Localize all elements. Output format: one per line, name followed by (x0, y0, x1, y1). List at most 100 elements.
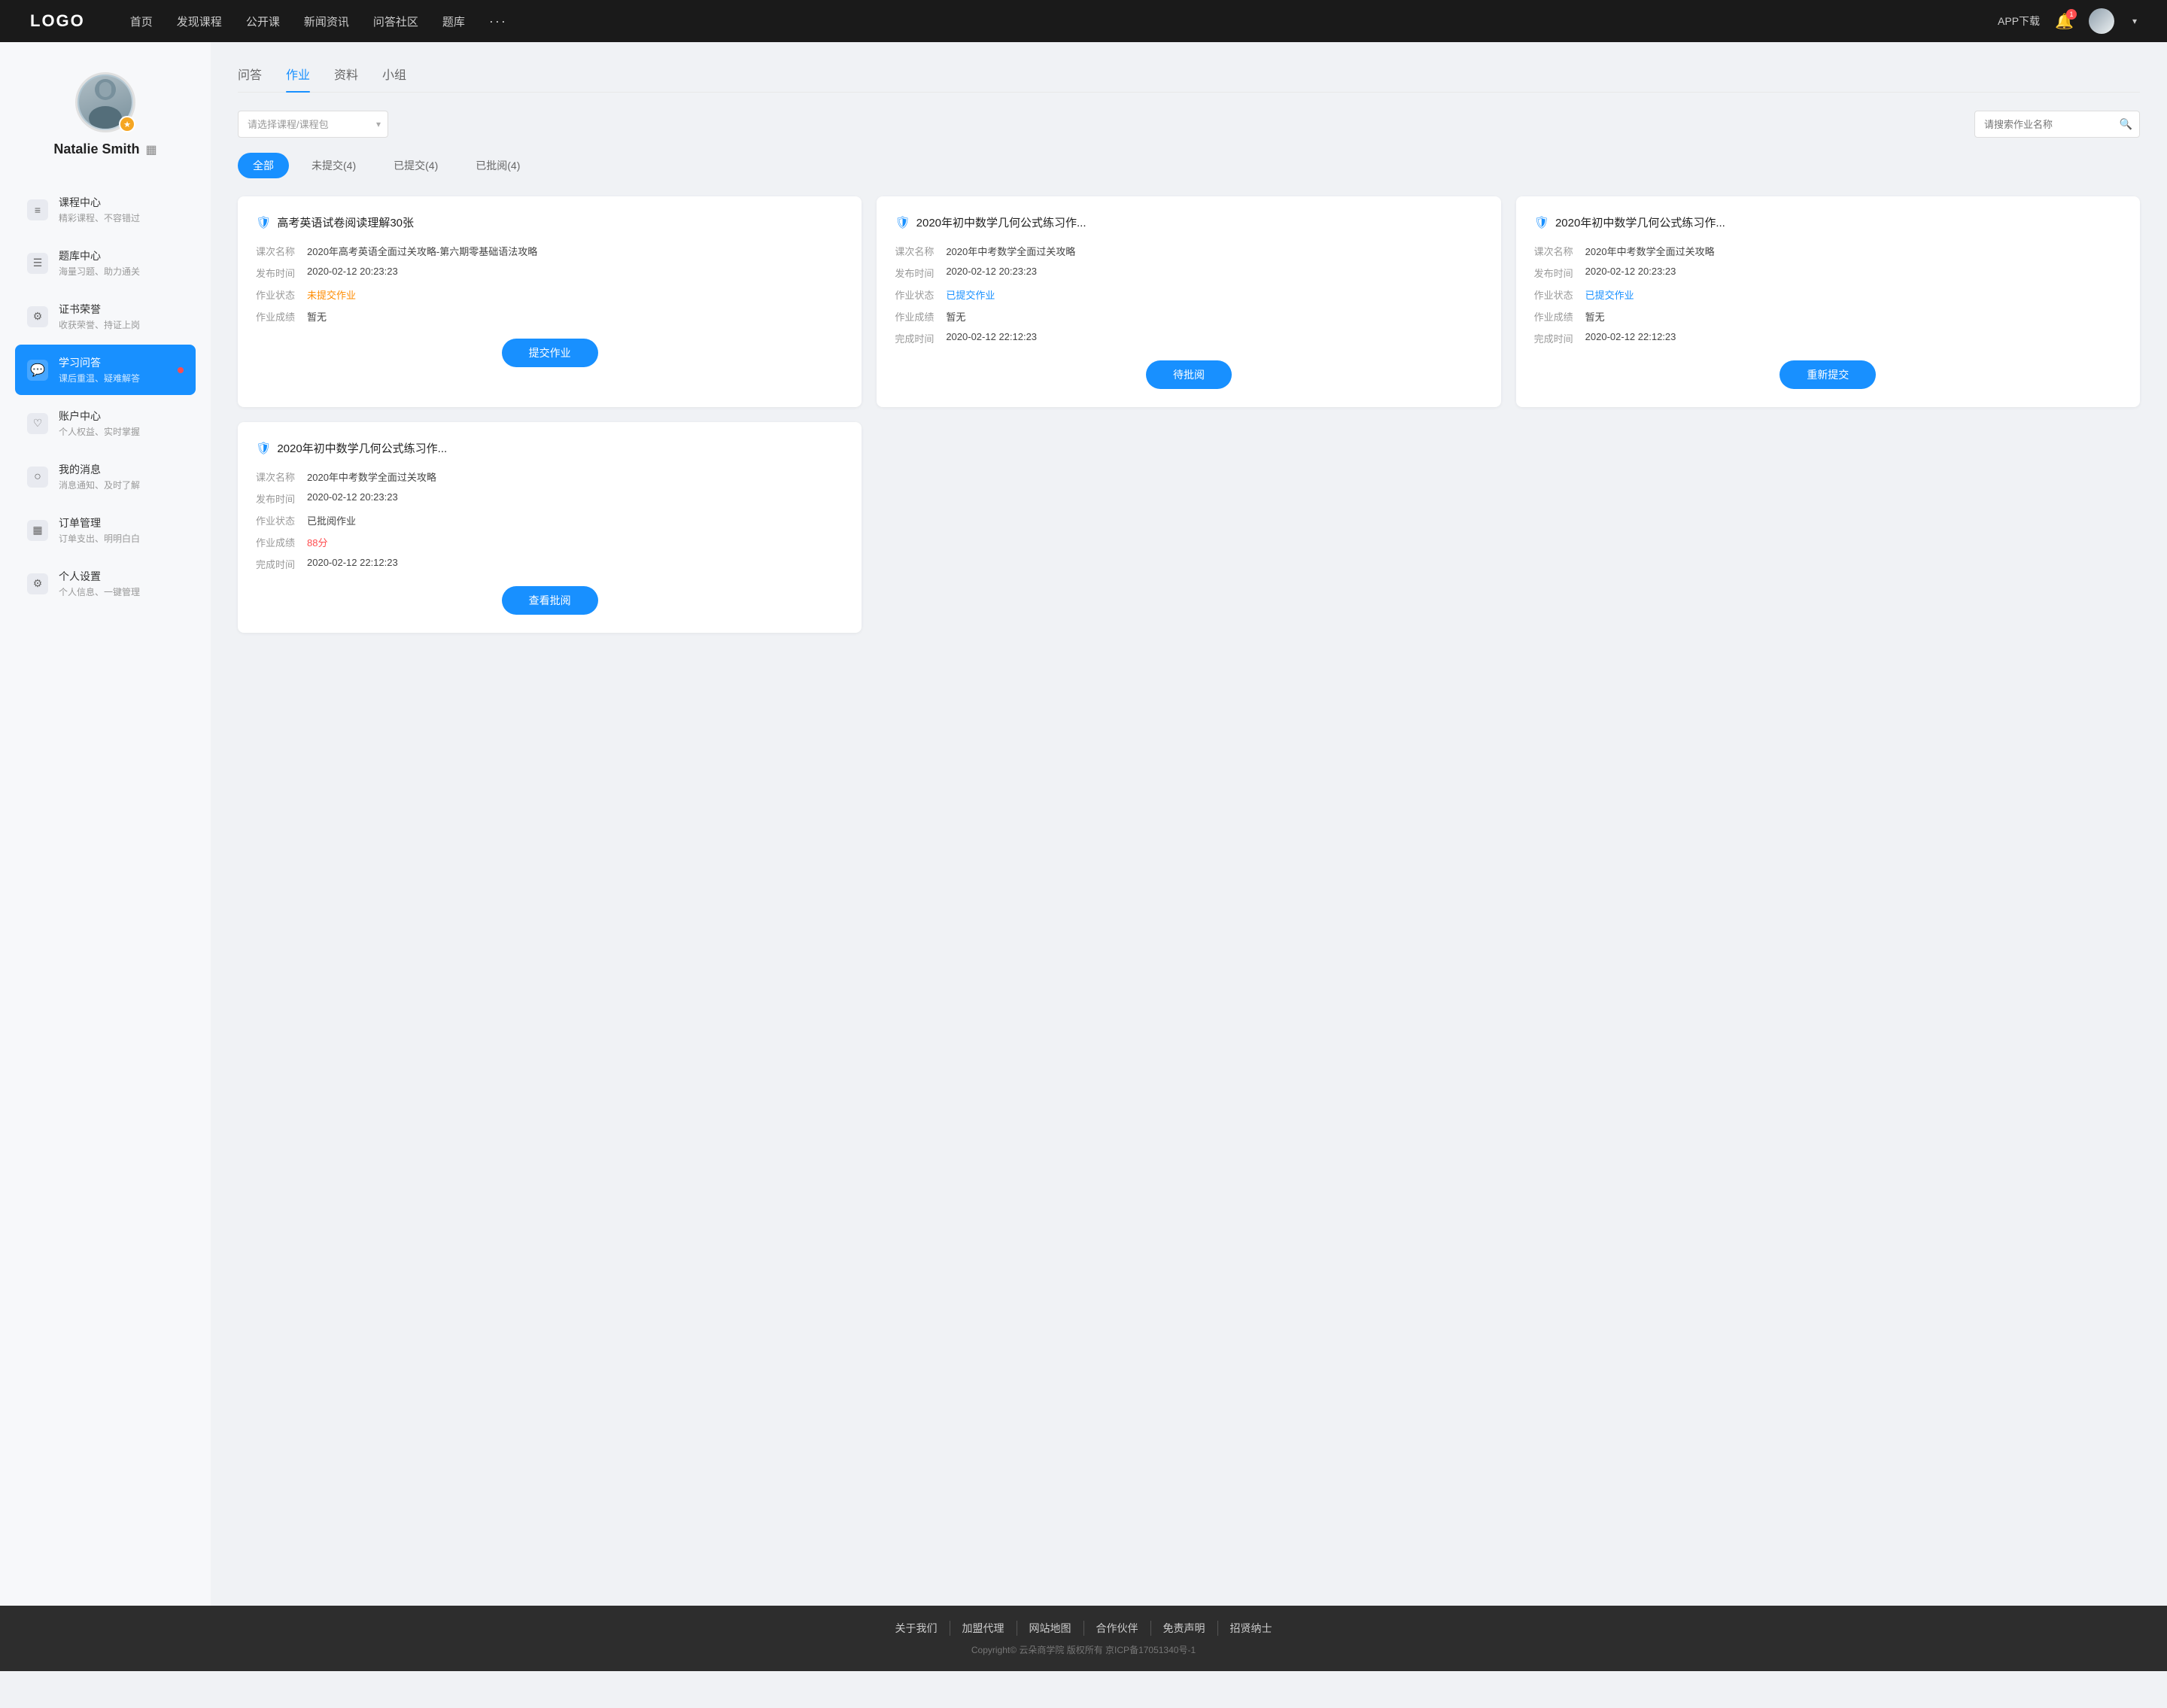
hw-info-course-4: 课次名称 2020年中考数学全面过关攻略 (256, 470, 843, 484)
badge-crown-icon: ★ (123, 120, 131, 129)
status-value-2: 已提交作业 (946, 287, 1482, 302)
status-btn-reviewed[interactable]: 已批阅(4) (460, 153, 535, 178)
course-center-icon: ≡ (27, 199, 48, 220)
shield-icon-3: 🛡 (1534, 215, 1549, 230)
sidebar-text: 账户中心 个人权益、实时掌握 (59, 409, 184, 438)
nav-link-discover[interactable]: 发现课程 (177, 14, 222, 29)
sidebar-item-course-center[interactable]: ≡ 课程中心 精彩课程、不容错过 (15, 184, 196, 235)
tab-group[interactable]: 小组 (382, 65, 406, 92)
status-btn-all[interactable]: 全部 (238, 153, 289, 178)
user-menu-chevron[interactable]: ▾ (2132, 16, 2137, 26)
notification-bell[interactable]: 🔔 1 (2055, 12, 2074, 31)
hw-info-score-3: 作业成绩 暂无 (1534, 309, 2122, 324)
submit-homework-button[interactable]: 提交作业 (502, 339, 598, 367)
nav-link-public[interactable]: 公开课 (246, 14, 280, 29)
tab-homework[interactable]: 作业 (286, 65, 310, 92)
complete-label-2: 完成时间 (895, 331, 946, 345)
qr-icon[interactable]: ▦ (145, 142, 157, 157)
sidebar-text: 个人设置 个人信息、一键管理 (59, 569, 184, 598)
hw-info-complete-3: 完成时间 2020-02-12 22:12:23 (1534, 331, 2122, 345)
resubmit-button[interactable]: 重新提交 (1779, 360, 1876, 389)
complete-value-3: 2020-02-12 22:12:23 (1585, 331, 2122, 345)
card-title-row-4: 🛡 2020年初中数学几何公式练习作... (256, 440, 843, 456)
hw-info-publish-3: 发布时间 2020-02-12 20:23:23 (1534, 266, 2122, 280)
course-label-2: 课次名称 (895, 244, 946, 258)
publish-label-3: 发布时间 (1534, 266, 1585, 280)
sidebar-menu: ≡ 课程中心 精彩课程、不容错过 ☰ 题库中心 海量习题、助力通关 ⚙ 证书荣誉… (15, 184, 196, 609)
messages-icon: ○ (27, 467, 48, 488)
homework-search-input[interactable] (1974, 111, 2140, 138)
complete-value-2: 2020-02-12 22:12:23 (946, 331, 1482, 345)
course-filter-select[interactable]: 请选择课程/课程包 (238, 111, 388, 138)
user-avatar-nav[interactable] (2089, 8, 2114, 34)
nav-link-qa[interactable]: 问答社区 (373, 14, 418, 29)
hw-info-status-3: 作业状态 已提交作业 (1534, 287, 2122, 302)
sidebar-item-study-qa[interactable]: 💬 学习问答 课后重温、疑难解答 (15, 345, 196, 395)
question-bank-icon: ☰ (27, 253, 48, 274)
sidebar-item-sub: 订单支出、明明白白 (59, 532, 184, 545)
homework-title-2: 2020年初中数学几何公式练习作... (916, 214, 1087, 230)
homework-title-3: 2020年初中数学几何公式练习作... (1555, 214, 1725, 230)
hw-info-score-2: 作业成绩 暂无 (895, 309, 1482, 324)
tab-materials[interactable]: 资料 (334, 65, 358, 92)
content-tabs: 问答 作业 资料 小组 (238, 65, 2140, 93)
sidebar-item-question-bank[interactable]: ☰ 题库中心 海量习题、助力通关 (15, 238, 196, 288)
nav-link-news[interactable]: 新闻资讯 (304, 14, 349, 29)
hw-info-course-2: 课次名称 2020年中考数学全面过关攻略 (895, 244, 1482, 258)
status-label-4: 作业状态 (256, 513, 307, 527)
publish-value-2: 2020-02-12 20:23:23 (946, 266, 1482, 280)
homework-card-2: 🛡 2020年初中数学几何公式练习作... 课次名称 2020年中考数学全面过关… (877, 196, 1500, 407)
sidebar-item-title: 我的消息 (59, 462, 184, 477)
footer-link-disclaimer[interactable]: 免责声明 (1150, 1621, 1217, 1636)
shield-icon-2: 🛡 (895, 215, 910, 230)
hw-info-course-3: 课次名称 2020年中考数学全面过关攻略 (1534, 244, 2122, 258)
status-btn-not-submitted[interactable]: 未提交(4) (296, 153, 371, 178)
sidebar-item-orders[interactable]: ▦ 订单管理 订单支出、明明白白 (15, 505, 196, 555)
sidebar-text: 课程中心 精彩课程、不容错过 (59, 195, 184, 224)
publish-label-4: 发布时间 (256, 491, 307, 506)
hw-info-status-2: 作业状态 已提交作业 (895, 287, 1482, 302)
homework-grid: 🛡 高考英语试卷阅读理解30张 课次名称 2020年高考英语全面过关攻略-第六期… (238, 196, 2140, 633)
footer-link-franchise[interactable]: 加盟代理 (950, 1621, 1017, 1636)
main-layout: ★ Natalie Smith ▦ ≡ 课程中心 精彩课程、不容错过 ☰ 题库中… (0, 42, 2167, 1606)
status-label: 作业状态 (256, 287, 307, 302)
sidebar-item-account[interactable]: ♡ 账户中心 个人权益、实时掌握 (15, 398, 196, 448)
footer-link-sitemap[interactable]: 网站地图 (1017, 1621, 1084, 1636)
view-review-button[interactable]: 查看批阅 (502, 586, 598, 615)
nav-link-home[interactable]: 首页 (130, 14, 153, 29)
status-btn-submitted[interactable]: 已提交(4) (378, 153, 453, 178)
homework-card-4: 🛡 2020年初中数学几何公式练习作... 课次名称 2020年中考数学全面过关… (238, 422, 862, 633)
score-value-3: 暂无 (1585, 309, 2122, 324)
sidebar-item-certificate[interactable]: ⚙ 证书荣誉 收获荣誉、持证上岗 (15, 291, 196, 342)
hw-info-course-1: 课次名称 2020年高考英语全面过关攻略-第六期零基础语法攻略 (256, 244, 843, 258)
nav-more-button[interactable]: ··· (489, 14, 507, 29)
sidebar-text: 学习问答 课后重温、疑难解答 (59, 355, 167, 384)
course-label: 课次名称 (256, 244, 307, 258)
publish-label-2: 发布时间 (895, 266, 946, 280)
complete-label-4: 完成时间 (256, 557, 307, 571)
footer-link-about[interactable]: 关于我们 (883, 1621, 950, 1636)
hw-btn-row-3: 重新提交 (1534, 360, 2122, 389)
app-download-button[interactable]: APP下载 (1998, 14, 2040, 29)
pending-review-button[interactable]: 待批阅 (1146, 360, 1232, 389)
sidebar-text: 题库中心 海量习题、助力通关 (59, 248, 184, 278)
sidebar-item-sub: 消息通知、及时了解 (59, 479, 184, 491)
search-icon: 🔍 (2120, 118, 2132, 131)
nav-link-questions[interactable]: 题库 (442, 14, 465, 29)
sidebar: ★ Natalie Smith ▦ ≡ 课程中心 精彩课程、不容错过 ☰ 题库中… (0, 42, 211, 1606)
settings-icon: ⚙ (27, 573, 48, 594)
nav-right: APP下载 🔔 1 ▾ (1998, 8, 2137, 34)
score-label-4: 作业成绩 (256, 535, 307, 549)
course-label-4: 课次名称 (256, 470, 307, 484)
sidebar-item-settings[interactable]: ⚙ 个人设置 个人信息、一键管理 (15, 558, 196, 609)
score-label: 作业成绩 (256, 309, 307, 324)
nav-links: 首页 发现课程 公开课 新闻资讯 问答社区 题库 ··· (130, 14, 1998, 29)
sidebar-item-messages[interactable]: ○ 我的消息 消息通知、及时了解 (15, 451, 196, 502)
footer-link-join[interactable]: 招贤纳士 (1217, 1621, 1284, 1636)
sidebar-item-title: 订单管理 (59, 515, 184, 530)
tab-qa[interactable]: 问答 (238, 65, 262, 92)
course-filter-wrap: 请选择课程/课程包 ▾ (238, 111, 388, 138)
footer-link-partners[interactable]: 合作伙伴 (1084, 1621, 1150, 1636)
sidebar-text: 我的消息 消息通知、及时了解 (59, 462, 184, 491)
sidebar-text: 证书荣誉 收获荣誉、持证上岗 (59, 302, 184, 331)
